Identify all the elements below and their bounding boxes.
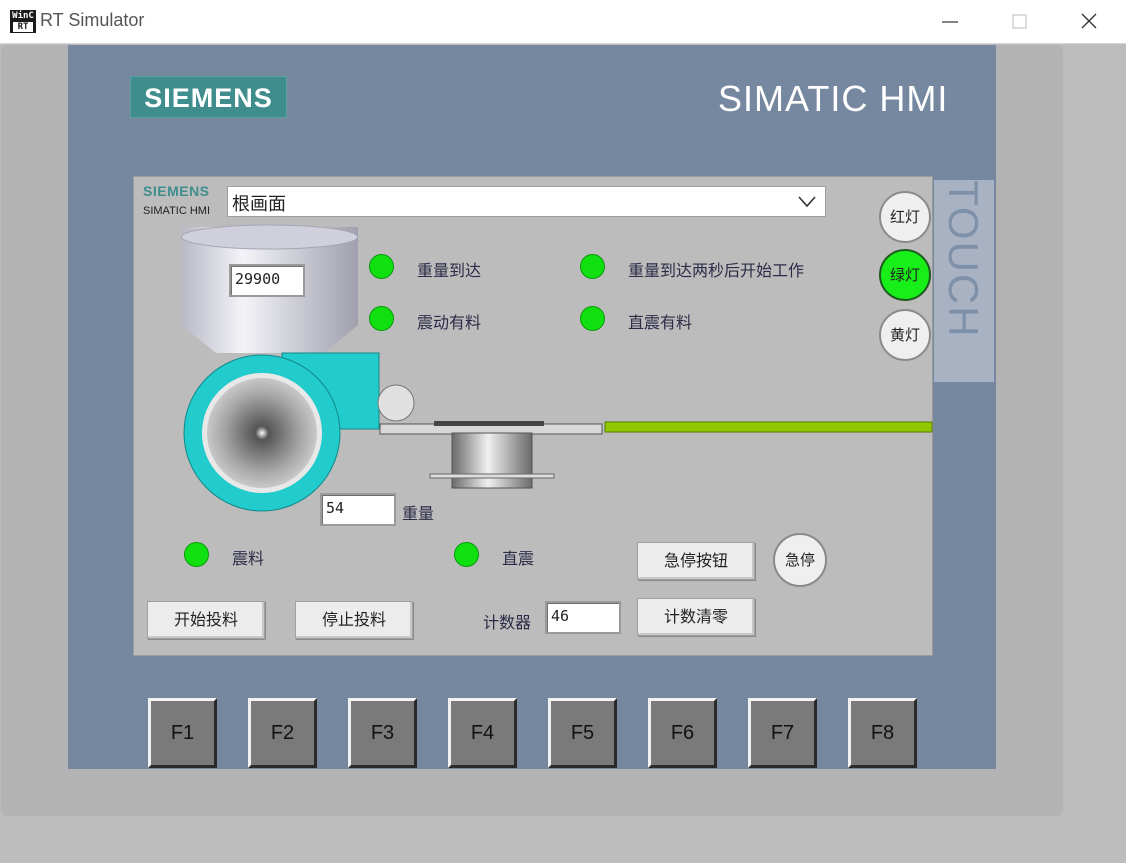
indicator-vibrating-feed bbox=[184, 542, 209, 567]
process-graphic bbox=[181, 224, 933, 512]
weight-label: 重量 bbox=[402, 504, 435, 523]
indicator-linear-vibration-material bbox=[580, 306, 605, 331]
function-key-f1[interactable]: F1 bbox=[148, 698, 217, 768]
label-weight-reached: 重量到达 bbox=[417, 261, 482, 280]
hmi-screen: SIEMENS SIMATIC HMI 根画面 29900 重量到达 重量到达两… bbox=[133, 176, 933, 656]
indicator-start-after-2s bbox=[580, 254, 605, 279]
close-icon bbox=[1081, 13, 1097, 29]
app-icon: WinC RT bbox=[10, 10, 36, 33]
counter-reset-button[interactable]: 计数清零 bbox=[637, 598, 755, 636]
app-icon-line1: WinC bbox=[12, 11, 34, 21]
function-key-f8[interactable]: F8 bbox=[848, 698, 917, 768]
counter-label: 计数器 bbox=[483, 613, 532, 632]
label-start-after-2s: 重量到达两秒后开始工作 bbox=[628, 261, 805, 280]
start-feed-button[interactable]: 开始投料 bbox=[147, 601, 265, 639]
emergency-stop-button[interactable]: 急停按钮 bbox=[637, 542, 755, 580]
fan-blower bbox=[183, 352, 380, 512]
device-model-label: SIMATIC HMI bbox=[718, 78, 949, 119]
siemens-logo: SIEMENS bbox=[130, 76, 287, 118]
red-lamp-button[interactable]: 红灯 bbox=[879, 191, 931, 243]
yellow-lamp-button[interactable]: 黄灯 bbox=[879, 309, 931, 361]
vibrator-table bbox=[379, 421, 603, 489]
function-key-f5[interactable]: F5 bbox=[548, 698, 617, 768]
maximize-icon bbox=[1012, 14, 1027, 29]
label-vibrating-feed: 震料 bbox=[232, 549, 265, 568]
window-titlebar: WinC RT RT Simulator bbox=[0, 0, 1126, 44]
conveyor-belt bbox=[604, 421, 933, 433]
maximize-button[interactable] bbox=[1000, 6, 1040, 38]
window-title: RT Simulator bbox=[40, 10, 145, 30]
touch-text: TOUCH bbox=[940, 180, 987, 339]
stop-feed-button[interactable]: 停止投料 bbox=[295, 601, 413, 639]
function-key-f6[interactable]: F6 bbox=[648, 698, 717, 768]
minimize-button[interactable] bbox=[930, 6, 970, 38]
function-key-f7[interactable]: F7 bbox=[748, 698, 817, 768]
function-key-f2[interactable]: F2 bbox=[248, 698, 317, 768]
indicator-linear-vibration bbox=[454, 542, 479, 567]
roller bbox=[377, 384, 415, 422]
function-key-f4[interactable]: F4 bbox=[448, 698, 517, 768]
label-vibration-material: 震动有料 bbox=[417, 313, 482, 332]
indicator-vibration-material bbox=[369, 306, 394, 331]
counter-value-field[interactable]: 46 bbox=[545, 601, 621, 634]
minimize-icon bbox=[942, 21, 958, 23]
weight-value-field[interactable]: 54 bbox=[320, 493, 396, 526]
touch-label: TOUCH bbox=[934, 180, 994, 382]
indicator-weight-reached bbox=[369, 254, 394, 279]
function-key-f3[interactable]: F3 bbox=[348, 698, 417, 768]
app-icon-line2: RT bbox=[13, 22, 33, 32]
green-lamp-button[interactable]: 绿灯 bbox=[879, 249, 931, 301]
emergency-stop-round-button[interactable]: 急停 bbox=[773, 533, 827, 587]
label-linear-vibration: 直震 bbox=[502, 549, 535, 568]
hopper-value-field[interactable]: 29900 bbox=[229, 264, 305, 297]
close-button[interactable] bbox=[1070, 6, 1110, 38]
label-linear-vibration-material: 直震有料 bbox=[628, 313, 693, 332]
